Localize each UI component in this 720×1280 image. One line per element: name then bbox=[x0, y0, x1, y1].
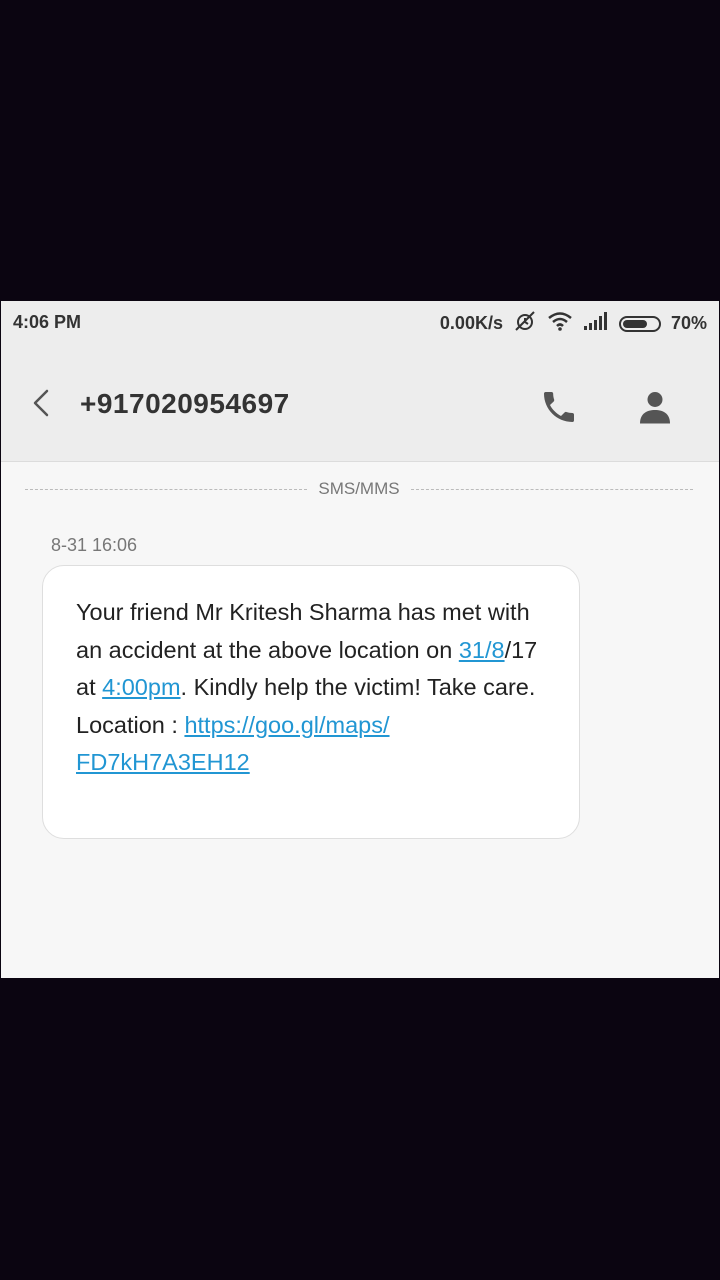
channel-divider: SMS/MMS bbox=[25, 479, 693, 501]
location-label: Location : bbox=[76, 711, 185, 738]
time-link[interactable]: 4:00pm bbox=[102, 674, 180, 700]
status-bar: 4:06 PM 0.00K/s 70% bbox=[1, 301, 719, 343]
battery-level bbox=[622, 319, 647, 328]
message-text: Your friend Mr Kritesh Sharma has met wi… bbox=[76, 594, 556, 782]
network-speed: 0.00K/s bbox=[439, 313, 503, 333]
battery-icon bbox=[618, 315, 661, 332]
battery-percent: 70% bbox=[670, 313, 707, 333]
message-timestamp: 8-31 16:06 bbox=[51, 535, 138, 555]
status-icons: 0.00K/s 70% bbox=[440, 310, 707, 337]
maps-url-link-continued[interactable]: FD7kH7A3EH12 bbox=[76, 749, 250, 775]
phone-icon bbox=[544, 392, 574, 422]
signal-icon bbox=[583, 311, 609, 336]
alarm-off-icon bbox=[513, 310, 537, 337]
messaging-screen: 4:06 PM 0.00K/s 70% +917020954697 SMS/MM… bbox=[1, 301, 719, 978]
back-icon bbox=[33, 389, 49, 417]
date-link[interactable]: 31/8 bbox=[459, 637, 505, 663]
message-bubble[interactable]: Your friend Mr Kritesh Sharma has met wi… bbox=[42, 565, 580, 839]
contact-info-button[interactable] bbox=[637, 387, 673, 427]
person-icon bbox=[640, 392, 670, 424]
wifi-icon bbox=[547, 311, 573, 336]
conversation-header: +917020954697 bbox=[1, 343, 719, 462]
message-text-part: . Kindly help the victim! Take care. bbox=[180, 674, 536, 700]
status-time: 4:06 PM bbox=[13, 312, 82, 332]
divider-line-right bbox=[411, 489, 693, 490]
maps-url-link[interactable]: https://goo.gl/maps/ bbox=[184, 712, 389, 738]
contact-number: +917020954697 bbox=[80, 388, 290, 419]
back-button[interactable] bbox=[27, 383, 57, 423]
call-button[interactable] bbox=[539, 387, 579, 427]
